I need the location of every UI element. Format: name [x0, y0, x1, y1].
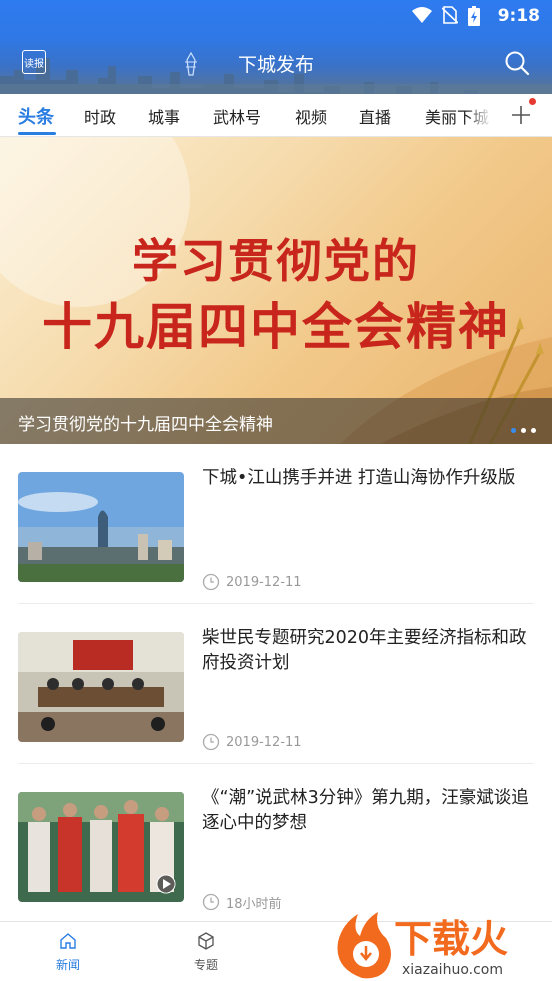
banner-headline-line2: 十九届四中全会精神	[42, 297, 510, 356]
status-bar: 9:18	[0, 0, 552, 34]
nav-topics-label: 专题	[193, 958, 218, 972]
tab-city[interactable]: 城事	[148, 104, 180, 128]
status-time: 9:18	[497, 6, 540, 26]
tab-wulin[interactable]: 武林号	[213, 104, 261, 128]
banner-caption: 学习贯彻党的十九届四中全会精神	[18, 415, 273, 435]
nav-news[interactable]: 新闻	[38, 932, 98, 973]
news-item[interactable]: 下城•江山携手并进 打造山海协作升级版 2019-12-11	[0, 444, 552, 604]
news-date: 2019-12-11	[226, 574, 302, 590]
news-thumbnail	[18, 472, 184, 582]
tab-politics[interactable]: 时政	[84, 104, 116, 128]
clock-icon	[202, 573, 220, 591]
add-channel-icon[interactable]	[508, 102, 534, 128]
search-icon[interactable]	[504, 50, 530, 76]
carousel-dot	[531, 428, 536, 433]
home-icon	[60, 933, 76, 949]
news-date: 2019-12-11	[226, 734, 302, 750]
tab-live[interactable]: 直播	[359, 104, 391, 128]
carousel-indicator	[511, 428, 536, 433]
featured-banner[interactable]: 学习贯彻党的 十九届四中全会精神 学习贯彻党的十九届四中全会精神	[0, 137, 552, 444]
category-tabs: 头条 时政 城事 武林号 视频 直播 美丽下城	[0, 94, 552, 137]
active-tab-indicator	[18, 132, 56, 135]
news-item[interactable]: 《“潮”说武林3分钟》第九期，汪豪斌谈追逐心中的梦想 18小时前	[0, 764, 552, 924]
news-item[interactable]: 柴世民专题研究2020年主要经济指标和政府投资计划 2019-12-11	[0, 604, 552, 764]
page-title: 下城发布	[237, 54, 314, 76]
watermark-url: xiazaihuo.com	[402, 962, 503, 978]
cube-icon	[198, 932, 214, 950]
news-thumbnail	[18, 792, 184, 902]
wifi-icon	[412, 7, 432, 23]
news-meta: 2019-12-11	[202, 573, 302, 591]
title-bar: 读报 下城发布	[0, 40, 552, 84]
news-thumbnail	[18, 632, 184, 742]
news-date: 18小时前	[226, 896, 282, 912]
banner-headline-line1: 学习贯彻党的	[132, 234, 420, 288]
news-meta: 2019-12-11	[202, 733, 302, 751]
battery-charging-icon	[468, 6, 480, 26]
news-title: 柴世民专题研究2020年主要经济指标和政府投资计划	[202, 628, 527, 673]
news-meta: 18小时前	[202, 893, 282, 912]
notification-dot	[529, 98, 536, 105]
clock-icon	[202, 733, 220, 751]
watermark-text: 下载火	[394, 917, 508, 961]
news-title: 下城•江山携手并进 打造山海协作升级版	[202, 468, 516, 488]
tab-video[interactable]: 视频	[295, 104, 327, 128]
tab-fade-overlay	[466, 94, 498, 136]
news-title: 《“潮”说武林3分钟》第九期，汪豪斌谈追逐心中的梦想	[202, 788, 529, 833]
tab-headlines[interactable]: 头条	[18, 103, 54, 129]
nav-topics[interactable]: 专题	[176, 932, 236, 973]
nav-news-label: 新闻	[55, 958, 80, 972]
carousel-dot	[521, 428, 526, 433]
carousel-dot-active	[511, 428, 516, 433]
banner-caption-bar: 学习贯彻党的十九届四中全会精神	[0, 398, 552, 444]
watermark-logo: 下载火 xiazaihuo.com	[330, 908, 552, 981]
no-sim-icon	[442, 6, 458, 24]
app-header: 9:18 读报 下城发布	[0, 0, 552, 94]
clock-icon	[202, 893, 220, 911]
